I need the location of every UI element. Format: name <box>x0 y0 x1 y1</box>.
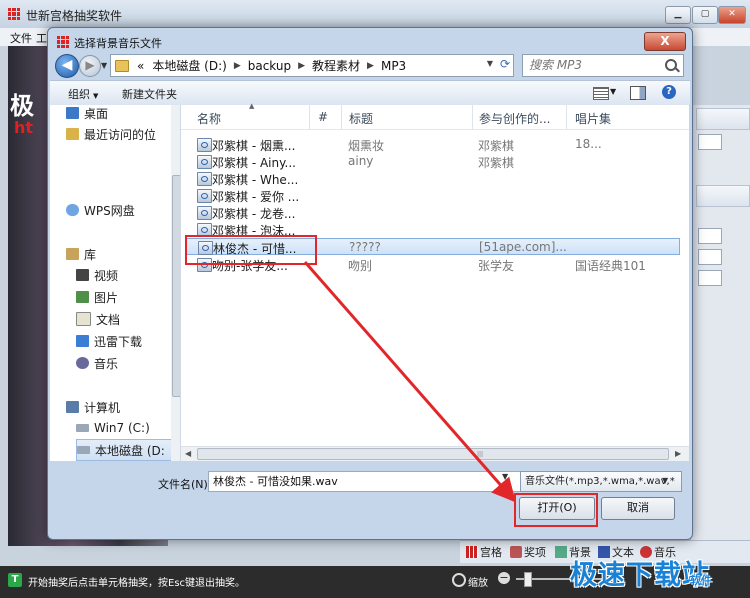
annotation-arrow <box>303 261 516 503</box>
